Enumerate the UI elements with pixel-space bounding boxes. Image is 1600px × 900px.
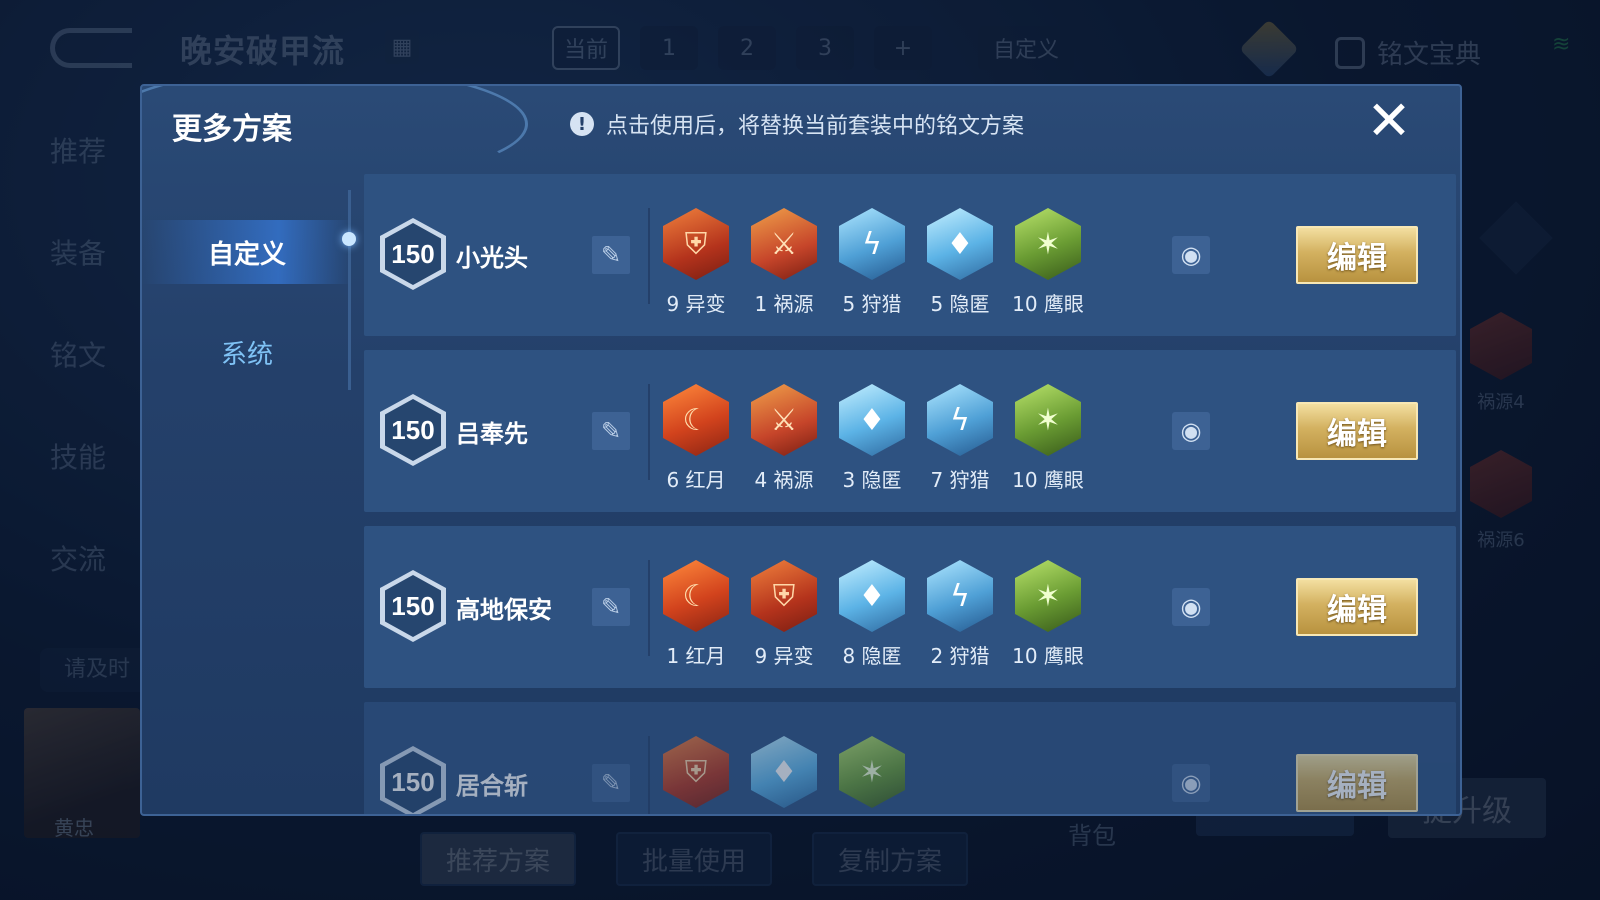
plan-name: 高地保安 xyxy=(456,596,552,624)
rune-icon: ✶ xyxy=(1015,384,1081,456)
level-value: 150 xyxy=(385,223,441,285)
tab-system-plans[interactable]: 系统 xyxy=(142,320,352,384)
rune-icon: ✶ xyxy=(839,736,905,808)
rune-icon: ϟ xyxy=(927,384,993,456)
rune-slot[interactable]: ⚔ 4 祸源 xyxy=(748,384,820,493)
rune-icon: ϟ xyxy=(839,208,905,280)
rune-group: ☾ 1 红月 ⛨ 9 异变 ♦ 8 隐匿 ϟ 2 狩猎 ✶ 10 鹰眼 xyxy=(660,560,1084,669)
rune-label: 10 鹰眼 xyxy=(1012,292,1084,316)
plan-name: 居合斩 xyxy=(456,772,528,800)
rune-icon: ♦ xyxy=(927,208,993,280)
rune-icon: ☾ xyxy=(663,560,729,632)
rune-slot[interactable]: ✶ xyxy=(836,736,908,808)
rune-label: 3 隐匿 xyxy=(842,468,902,492)
row-divider xyxy=(648,208,650,304)
pencil-icon[interactable]: ✎ xyxy=(592,236,630,274)
pencil-icon[interactable]: ✎ xyxy=(592,412,630,450)
rune-icon: ϟ xyxy=(927,560,993,632)
rune-slot[interactable]: ⚔ 1 祸源 xyxy=(748,208,820,317)
level-badge: 150 xyxy=(380,394,446,466)
rune-slot[interactable]: ✶ 10 鹰眼 xyxy=(1012,384,1084,493)
plan-list: 150 小光头 ✎ ⛨ 9 异变 ⚔ 1 祸源 ϟ 5 狩猎 ♦ 5 隐匿 ✶ 10 鹰眼 ◉ 编辑 150 吕… xyxy=(364,174,1456,814)
rune-slot[interactable]: ϟ 7 狩猎 xyxy=(924,384,996,493)
more-plans-modal: 更多方案 ! 点击使用后，将替换当前套装中的铭文方案 ✕ 自定义 系统 150 小… xyxy=(140,84,1462,816)
eye-icon[interactable]: ◉ xyxy=(1172,764,1210,802)
plan-name: 吕奉先 xyxy=(456,420,528,448)
rune-icon: ☾ xyxy=(663,384,729,456)
pencil-icon[interactable]: ✎ xyxy=(592,588,630,626)
rune-icon: ⚔ xyxy=(751,208,817,280)
rune-slot[interactable]: ✶ 10 鹰眼 xyxy=(1012,208,1084,317)
rune-slot[interactable]: ✶ 10 鹰眼 xyxy=(1012,560,1084,669)
rune-label: 10 鹰眼 xyxy=(1012,468,1084,492)
row-divider xyxy=(648,384,650,480)
rune-label: 9 异变 xyxy=(754,644,814,668)
rune-label: 8 隐匿 xyxy=(842,644,902,668)
rune-slot[interactable]: ☾ 6 红月 xyxy=(660,384,732,493)
modal-title: 更多方案 xyxy=(172,112,292,147)
level-badge: 150 xyxy=(380,746,446,814)
level-badge: 150 xyxy=(380,570,446,642)
rune-label: 1 红月 xyxy=(666,644,726,668)
rune-slot[interactable]: ⛨ 9 异变 xyxy=(748,560,820,669)
rune-slot[interactable]: ϟ 2 狩猎 xyxy=(924,560,996,669)
rune-icon: ⚔ xyxy=(751,384,817,456)
level-value: 150 xyxy=(385,575,441,637)
rune-icon: ⛨ xyxy=(663,208,729,280)
info-icon: ! xyxy=(570,112,594,136)
level-value: 150 xyxy=(385,751,441,813)
rune-slot[interactable]: ϟ 5 狩猎 xyxy=(836,208,908,317)
plan-row[interactable]: 150 居合斩 ✎ ⛨ ♦ ✶ ◉ 编辑 xyxy=(364,702,1456,814)
rune-label: 4 祸源 xyxy=(754,468,814,492)
plan-row[interactable]: 150 吕奉先 ✎ ☾ 6 红月 ⚔ 4 祸源 ♦ 3 隐匿 ϟ 7 狩猎 ✶ 10 鹰眼 ◉ 编辑 xyxy=(364,350,1456,512)
rune-label: 9 异变 xyxy=(666,292,726,316)
edit-button[interactable]: 编辑 xyxy=(1296,578,1418,636)
rune-icon: ♦ xyxy=(839,384,905,456)
rune-icon: ✶ xyxy=(1015,208,1081,280)
rune-slot[interactable]: ♦ 5 隐匿 xyxy=(924,208,996,317)
rune-slot[interactable]: ♦ 3 隐匿 xyxy=(836,384,908,493)
plan-category-tabs: 自定义 系统 xyxy=(142,190,352,814)
modal-notice: ! 点击使用后，将替换当前套装中的铭文方案 xyxy=(570,108,1024,140)
rune-label: 2 狩猎 xyxy=(930,644,990,668)
row-divider xyxy=(648,560,650,656)
rune-label: 5 狩猎 xyxy=(842,292,902,316)
rune-group: ☾ 6 红月 ⚔ 4 祸源 ♦ 3 隐匿 ϟ 7 狩猎 ✶ 10 鹰眼 xyxy=(660,384,1084,493)
rune-slot[interactable]: ♦ xyxy=(748,736,820,808)
rune-group: ⛨ 9 异变 ⚔ 1 祸源 ϟ 5 狩猎 ♦ 5 隐匿 ✶ 10 鹰眼 xyxy=(660,208,1084,317)
tab-custom-plans[interactable]: 自定义 xyxy=(142,220,352,284)
rune-icon: ♦ xyxy=(839,560,905,632)
notice-text: 点击使用后，将替换当前套装中的铭文方案 xyxy=(606,114,1025,139)
rune-label: 5 隐匿 xyxy=(930,292,990,316)
eye-icon[interactable]: ◉ xyxy=(1172,588,1210,626)
rune-slot[interactable]: ⛨ 9 异变 xyxy=(660,208,732,317)
rune-slot[interactable]: ☾ 1 红月 xyxy=(660,560,732,669)
eye-icon[interactable]: ◉ xyxy=(1172,412,1210,450)
row-divider xyxy=(648,736,650,814)
rune-icon: ♦ xyxy=(751,736,817,808)
edit-button[interactable]: 编辑 xyxy=(1296,226,1418,284)
rune-label: 1 祸源 xyxy=(754,292,814,316)
rune-label: 6 红月 xyxy=(666,468,726,492)
rune-slot[interactable]: ♦ 8 隐匿 xyxy=(836,560,908,669)
rune-label: 7 狩猎 xyxy=(930,468,990,492)
pencil-icon[interactable]: ✎ xyxy=(592,764,630,802)
rune-icon: ⛨ xyxy=(751,560,817,632)
rune-slot[interactable]: ⛨ xyxy=(660,736,732,808)
plan-row[interactable]: 150 小光头 ✎ ⛨ 9 异变 ⚔ 1 祸源 ϟ 5 狩猎 ♦ 5 隐匿 ✶ 10 鹰眼 ◉ 编辑 xyxy=(364,174,1456,336)
level-value: 150 xyxy=(385,399,441,461)
edit-button[interactable]: 编辑 xyxy=(1296,754,1418,812)
rune-group: ⛨ ♦ ✶ xyxy=(660,736,908,808)
eye-icon[interactable]: ◉ xyxy=(1172,236,1210,274)
rune-icon: ⛨ xyxy=(663,736,729,808)
plan-row[interactable]: 150 高地保安 ✎ ☾ 1 红月 ⛨ 9 异变 ♦ 8 隐匿 ϟ 2 狩猎 ✶ 10 鹰眼 ◉ 编辑 xyxy=(364,526,1456,688)
close-icon[interactable]: ✕ xyxy=(1362,94,1416,148)
rune-icon: ✶ xyxy=(1015,560,1081,632)
level-badge: 150 xyxy=(380,218,446,290)
active-tab-indicator xyxy=(342,232,356,246)
rune-label: 10 鹰眼 xyxy=(1012,644,1084,668)
tab-divider xyxy=(348,190,351,390)
plan-name: 小光头 xyxy=(456,244,528,272)
edit-button[interactable]: 编辑 xyxy=(1296,402,1418,460)
